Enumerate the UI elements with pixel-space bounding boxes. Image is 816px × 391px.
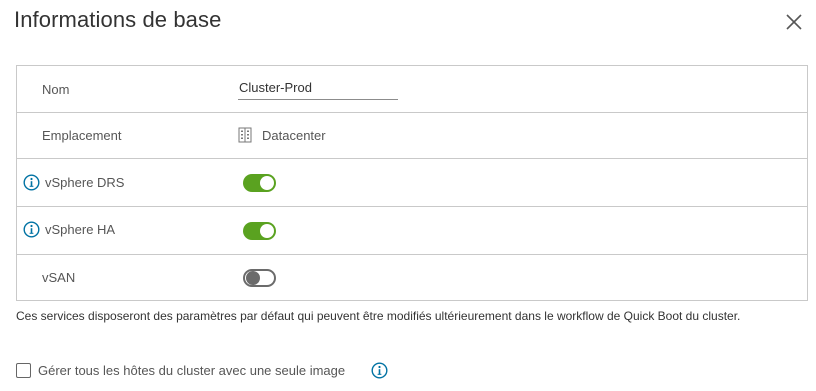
ha-label: vSphere HA (45, 222, 116, 237)
info-icon (371, 362, 388, 379)
drs-info-button[interactable] (23, 174, 40, 191)
name-label: Nom (42, 82, 70, 97)
single-image-checkbox[interactable] (16, 363, 31, 378)
single-image-info-button[interactable] (371, 362, 388, 379)
toggle-knob (260, 176, 274, 190)
ha-row: vSphere HA (17, 207, 807, 255)
location-value: Datacenter (262, 128, 326, 143)
vsan-row: vSAN (17, 255, 807, 301)
info-icon (23, 221, 40, 238)
ha-info-button[interactable] (23, 221, 40, 238)
vsan-toggle[interactable] (243, 269, 276, 287)
toggle-knob (260, 224, 274, 238)
info-icon (23, 174, 40, 191)
close-icon (786, 14, 802, 30)
ha-toggle[interactable] (243, 222, 276, 240)
drs-label: vSphere DRS (45, 175, 125, 190)
name-input[interactable] (238, 76, 398, 100)
settings-grid: Nom Emplacement Datacenter (16, 65, 808, 301)
drs-toggle[interactable] (243, 174, 276, 192)
dialog-title: Informations de base (14, 7, 222, 32)
services-note: Ces services disposeront des paramètres … (16, 309, 741, 323)
datacenter-icon (238, 127, 252, 143)
vsan-label: vSAN (42, 270, 76, 285)
close-button[interactable] (784, 12, 804, 32)
toggle-knob (246, 271, 260, 285)
single-image-label: Gérer tous les hôtes du cluster avec une… (38, 363, 346, 378)
name-row: Nom (17, 66, 807, 113)
location-label: Emplacement (42, 128, 122, 143)
location-row: Emplacement Datacenter (17, 113, 807, 159)
drs-row: vSphere DRS (17, 159, 807, 207)
